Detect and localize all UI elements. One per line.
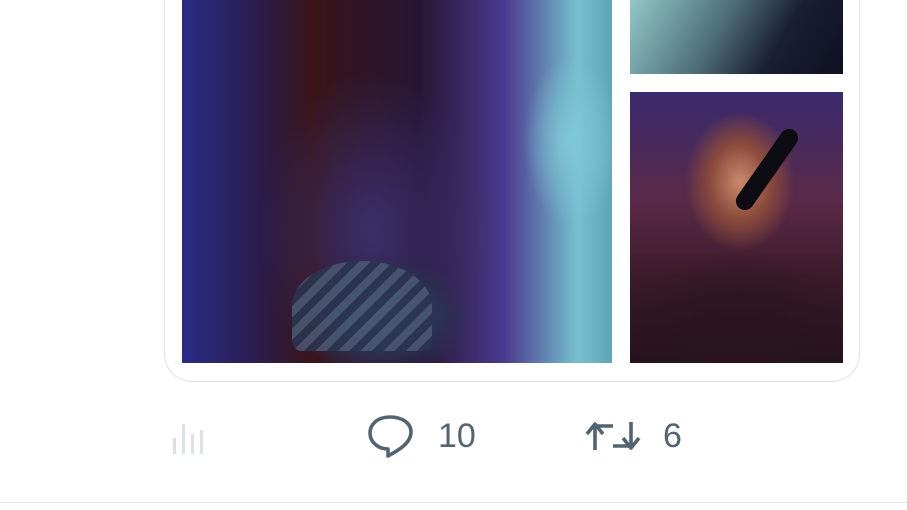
reply-button[interactable]: 10 <box>366 400 476 472</box>
reply-bubble-icon <box>366 413 416 459</box>
tweet-divider <box>0 502 907 503</box>
media-photo-top-right[interactable] <box>630 0 843 74</box>
views-button[interactable] <box>170 400 232 472</box>
tweet-action-bar: 10 6 <box>0 400 907 472</box>
retweet-button[interactable]: 6 <box>585 400 682 472</box>
analytics-bar-chart-icon <box>170 416 210 456</box>
reply-count: 10 <box>438 416 476 455</box>
media-photo-main[interactable] <box>182 0 612 363</box>
media-photo-bottom-right[interactable] <box>630 92 843 363</box>
retweet-count: 6 <box>663 416 682 455</box>
tweet-media-grid <box>164 0 860 382</box>
retweet-icon <box>585 414 641 458</box>
